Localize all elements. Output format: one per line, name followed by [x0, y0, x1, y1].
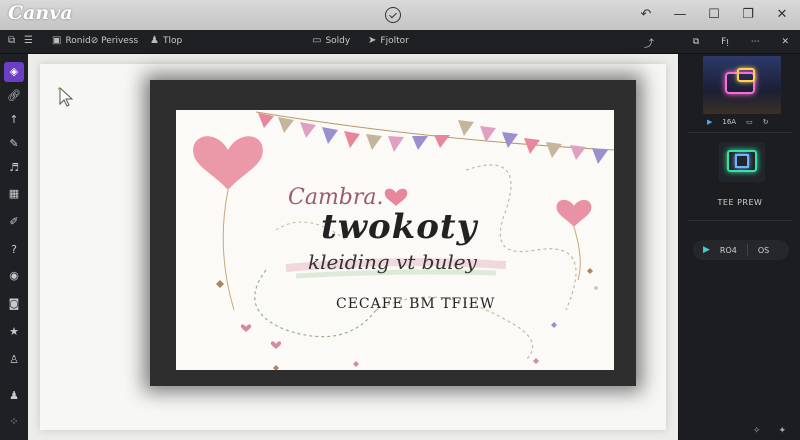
- divider: [746, 244, 748, 256]
- left-toolbar: ◈ 🔗︎ ↑ ✎ ♬ ▦ ✐ ? ◉ ◙ ★ ♙ ♟ ⁘: [0, 54, 28, 440]
- media-controls: ▶ 16A ▭ ↻: [707, 118, 769, 126]
- pen-tool-icon[interactable]: ✎: [4, 134, 24, 154]
- divider: [687, 132, 793, 133]
- sync-icon[interactable]: [385, 7, 401, 23]
- back-icon[interactable]: ↶: [636, 5, 656, 25]
- select-tool-icon[interactable]: ◈: [4, 62, 24, 82]
- card-icon[interactable]: ▭: [746, 118, 753, 126]
- right-panel: ▶ 16A ▭ ↻ TEE PREW ▶ RO4 OS ✧ ✦: [678, 54, 800, 440]
- project-name-button[interactable]: ▣ Ronid⊘ Perivess: [52, 35, 138, 46]
- user-tool-icon[interactable]: ♟: [4, 386, 24, 406]
- comment-icon: ▭: [312, 35, 322, 46]
- media-thumbnail-1[interactable]: [703, 56, 781, 114]
- toolbar-right: ⧉ Fᴉ ⋯ ✕: [682, 30, 800, 54]
- playback-bar[interactable]: ▶ RO4 OS: [693, 240, 789, 260]
- cursor-icon: [58, 86, 74, 107]
- page-background: Cambra. twokoty kleiding vt buley CECAFE…: [40, 64, 666, 430]
- play-icon[interactable]: ▶: [707, 118, 712, 126]
- camera-tool-icon[interactable]: ◙: [4, 294, 24, 314]
- share-icon[interactable]: ⤴: [644, 35, 654, 50]
- present-label: Fjoltor: [380, 35, 409, 46]
- media-thumbnail-2[interactable]: [719, 142, 765, 182]
- music-tool-icon[interactable]: ♬: [4, 158, 24, 178]
- panel-footer: ✧ ✦: [753, 426, 786, 436]
- link-tool-icon[interactable]: 🔗︎: [4, 86, 24, 106]
- present-button[interactable]: ➤ Fjoltor: [368, 35, 409, 46]
- canva-logo[interactable]: Canva: [8, 2, 73, 24]
- title-bar: Canva ↶ — ☐ ❐ ✕: [0, 0, 800, 30]
- playback-right-label[interactable]: OS: [758, 246, 769, 255]
- divider: [687, 220, 793, 221]
- neon-frame-2: [735, 154, 749, 168]
- playback-left-label: RO4: [719, 245, 737, 255]
- upload-tool-icon[interactable]: ↑: [4, 110, 24, 130]
- help-tool-icon[interactable]: ?: [4, 240, 24, 260]
- card-subtitle[interactable]: kleiding vt buley: [308, 250, 477, 274]
- close-icon[interactable]: ✕: [772, 5, 792, 25]
- grid-tool-icon[interactable]: ⁘: [4, 412, 24, 432]
- neon-shape-2: [737, 68, 755, 82]
- star-tool-icon[interactable]: ★: [4, 322, 24, 342]
- card-caption[interactable]: CECAFE BM TFIEW: [336, 296, 495, 312]
- text-tool-button[interactable]: Fᴉ: [721, 37, 729, 47]
- heart-balloon-left: [193, 136, 263, 190]
- media-label: 16A: [722, 118, 737, 126]
- maximize-icon[interactable]: ☐: [704, 5, 724, 25]
- comment-label: Soldy: [325, 35, 351, 46]
- comment-button[interactable]: ▭ Soldy: [312, 35, 350, 46]
- more-icon[interactable]: ⋯: [751, 37, 760, 47]
- new-file-icon[interactable]: ⧉: [8, 35, 15, 46]
- fit-icon[interactable]: ✧: [753, 426, 761, 436]
- app-window: Canva ↶ — ☐ ❐ ✕ ⧉ ☰ ▣ Ronid⊘ Perivess ♟ …: [0, 0, 800, 440]
- minimize-icon[interactable]: —: [670, 5, 690, 25]
- tlop-button[interactable]: ♟ Tlop: [150, 35, 182, 46]
- expand-icon[interactable]: ✦: [778, 426, 786, 436]
- layout-tool-icon[interactable]: ▦: [4, 184, 24, 204]
- tlop-label: Tlop: [162, 35, 183, 46]
- design-canvas[interactable]: Cambra. twokoty kleiding vt buley CECAFE…: [28, 54, 678, 440]
- resize-icon[interactable]: ⧉: [693, 37, 699, 47]
- heart-small-title: [384, 188, 408, 206]
- top-toolbar: ⧉ ☰ ▣ Ronid⊘ Perivess ♟ Tlop ▭ Soldy ➤ F…: [0, 30, 800, 54]
- close-panel-icon[interactable]: ✕: [782, 37, 790, 47]
- photo-frame[interactable]: Cambra. twokoty kleiding vt buley CECAFE…: [150, 80, 636, 386]
- loop-icon[interactable]: ↻: [763, 118, 769, 126]
- invitation-card[interactable]: Cambra. twokoty kleiding vt buley CECAFE…: [176, 110, 614, 370]
- page-icon: ▣: [52, 35, 62, 46]
- person-icon: ♟: [150, 35, 159, 46]
- card-title-main[interactable]: twokoty: [321, 207, 477, 247]
- menu-icon[interactable]: ☰: [24, 35, 33, 46]
- restore-icon[interactable]: ❐: [738, 5, 758, 25]
- person-tool-icon[interactable]: ♙: [4, 350, 24, 370]
- thumbnail-label: TEE PREW: [717, 198, 763, 207]
- brush-tool-icon[interactable]: ✐: [4, 212, 24, 232]
- project-name-label: Ronid⊘ Perivess: [65, 35, 139, 46]
- window-controls: ↶ — ☐ ❐ ✕: [636, 5, 792, 25]
- shapes-tool-icon[interactable]: ◉: [4, 266, 24, 286]
- heart-balloon-right: [556, 199, 592, 227]
- play-icon[interactable]: ▶: [703, 245, 710, 255]
- play-icon: ➤: [368, 35, 377, 46]
